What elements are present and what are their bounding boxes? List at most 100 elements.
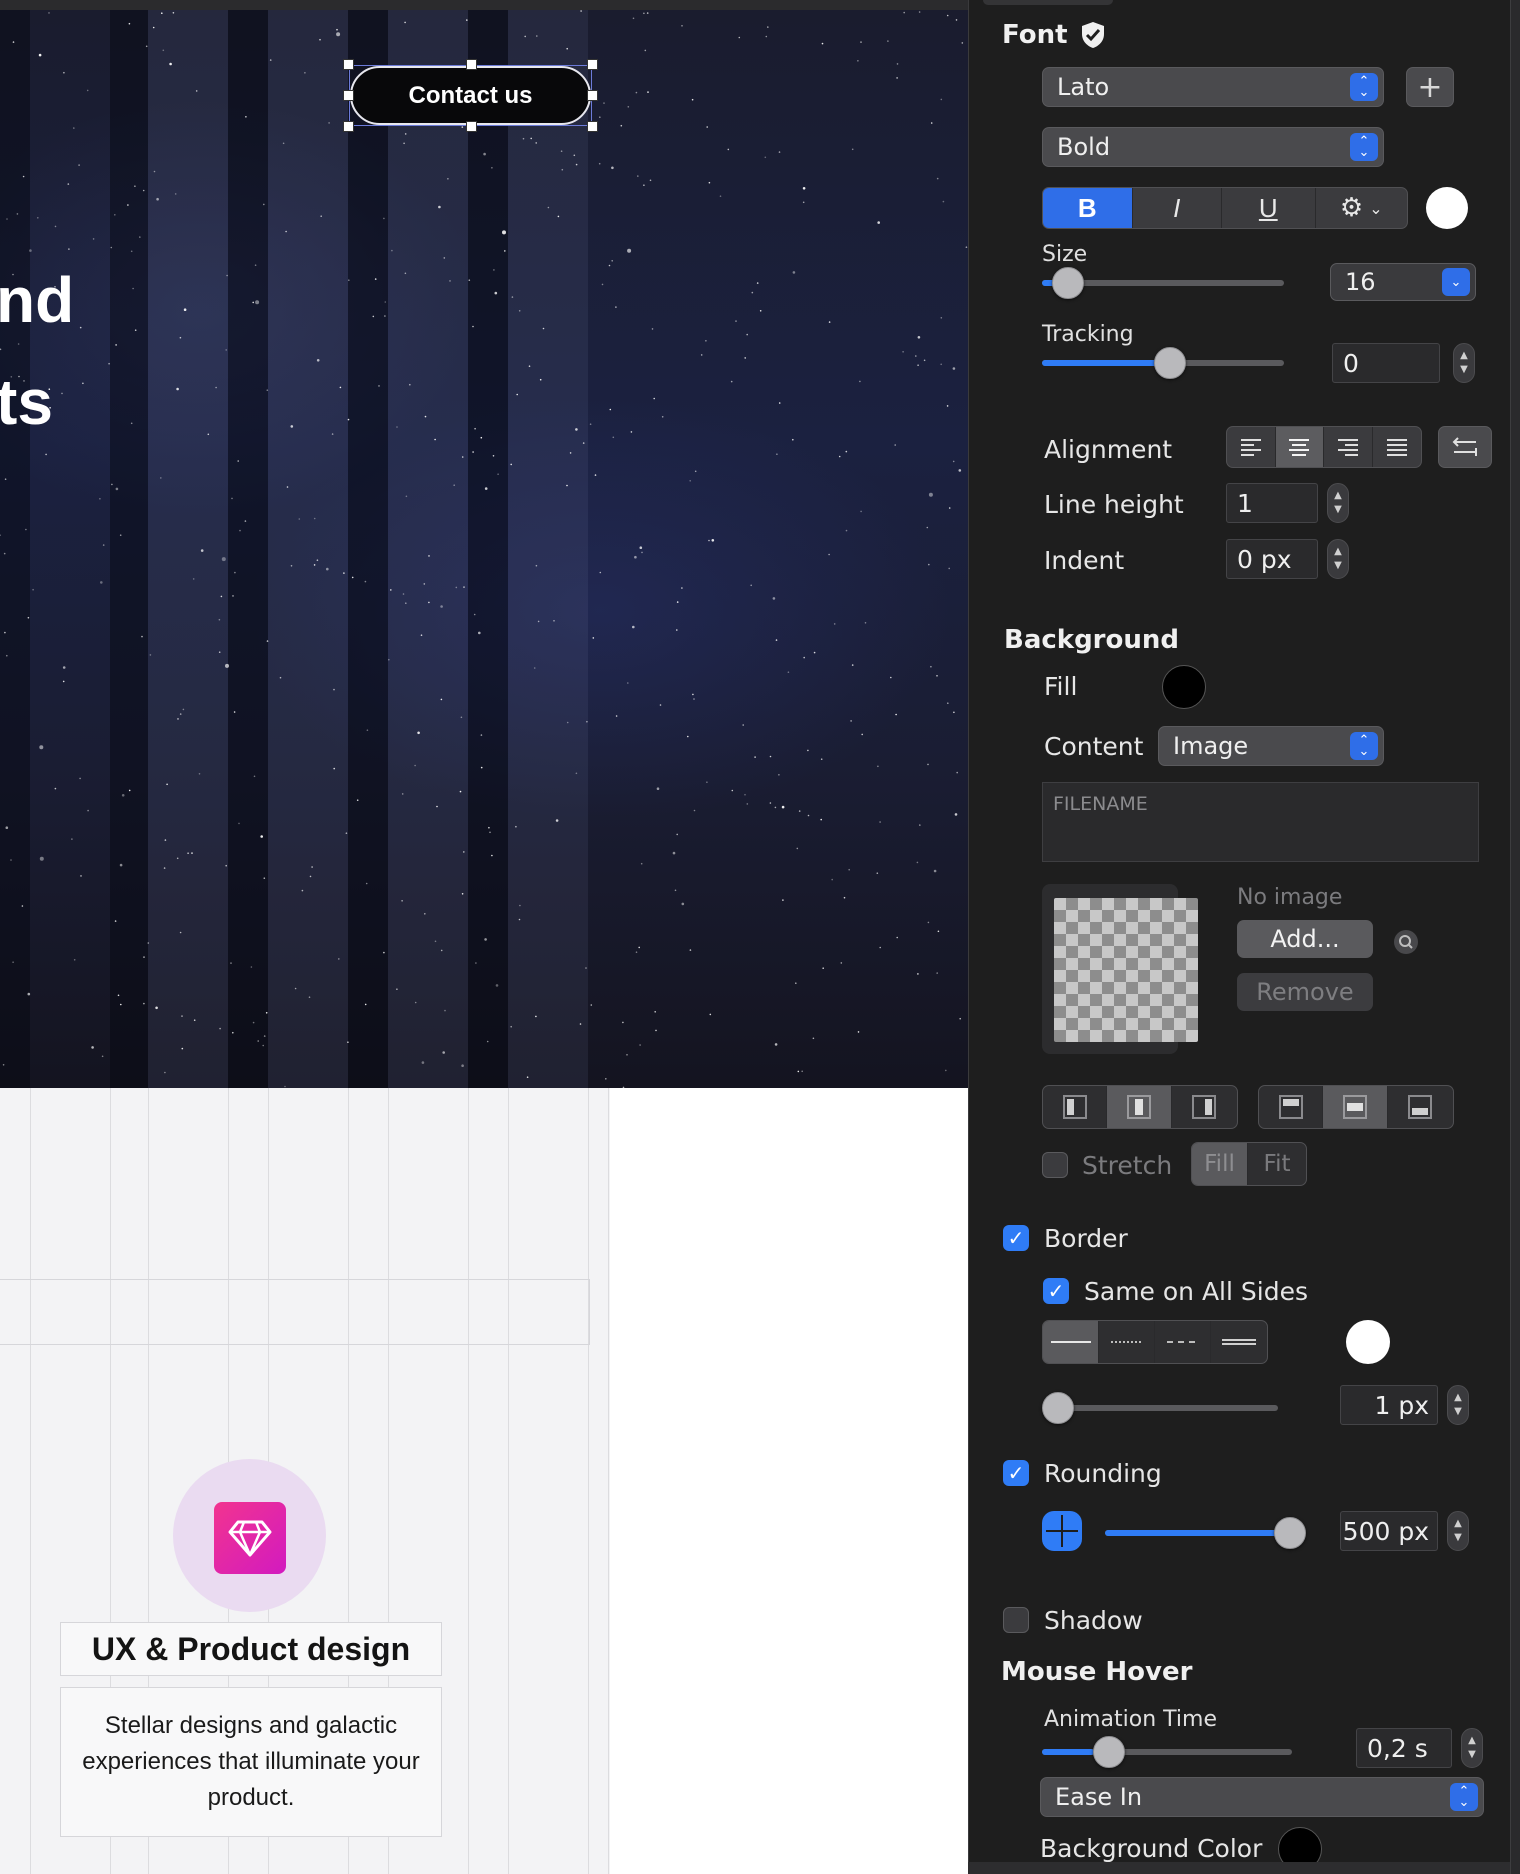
resize-handle[interactable] bbox=[343, 59, 354, 70]
bold-button[interactable]: B bbox=[1043, 188, 1133, 228]
text-style-segmented[interactable]: B I U ⚙ ⌄ bbox=[1042, 187, 1408, 229]
solid-line-icon[interactable] bbox=[1043, 1321, 1099, 1363]
tracking-input[interactable]: 0 bbox=[1332, 343, 1440, 383]
align-right-icon[interactable] bbox=[1324, 427, 1373, 467]
line-height-stepper[interactable]: ▲ ▼ bbox=[1327, 483, 1349, 523]
diamond-icon[interactable] bbox=[214, 1502, 286, 1574]
align-top-position-icon[interactable] bbox=[1259, 1086, 1324, 1128]
double-line-icon[interactable] bbox=[1211, 1321, 1267, 1363]
dashed-line-icon[interactable] bbox=[1155, 1321, 1211, 1363]
selected-element-frame[interactable]: Contact us bbox=[343, 59, 598, 132]
window-edge bbox=[1510, 0, 1520, 1874]
align-left-icon[interactable] bbox=[1227, 427, 1276, 467]
filename-placeholder: FILENAME bbox=[1053, 793, 1148, 815]
italic-button[interactable]: I bbox=[1133, 188, 1223, 228]
alignment-segmented[interactable] bbox=[1226, 426, 1422, 468]
font-weight-select[interactable]: Bold ⌃ ⌄ bbox=[1042, 127, 1384, 167]
resize-handle[interactable] bbox=[587, 59, 598, 70]
font-family-select[interactable]: Lato ⌃ ⌄ bbox=[1042, 67, 1384, 107]
card-title: UX & Product design bbox=[91, 1630, 411, 1667]
align-middle-position-icon[interactable] bbox=[1323, 1086, 1388, 1128]
vertical-position-segmented[interactable] bbox=[1258, 1085, 1454, 1129]
resize-handle[interactable] bbox=[466, 121, 477, 132]
filename-field[interactable]: FILENAME bbox=[1042, 782, 1479, 862]
hero-heading-fragment: nd bbox=[0, 264, 75, 336]
magnifier-icon[interactable] bbox=[1394, 930, 1418, 954]
animation-time-stepper[interactable]: ▲ ▼ bbox=[1461, 1728, 1483, 1768]
hero-heading-fragment: ts bbox=[0, 366, 53, 438]
easing-select[interactable]: Ease In ⌃ ⌄ bbox=[1040, 1777, 1484, 1817]
same-all-sides-label: Same on All Sides bbox=[1084, 1277, 1308, 1306]
shadow-checkbox[interactable] bbox=[1003, 1607, 1029, 1633]
add-image-button[interactable]: Add... bbox=[1237, 920, 1373, 958]
fill-option[interactable]: Fill bbox=[1192, 1143, 1248, 1185]
size-combo[interactable]: 16 ⌄ bbox=[1330, 263, 1476, 301]
line-height-label: Line height bbox=[1044, 490, 1184, 519]
fill-fit-segmented[interactable]: Fill Fit bbox=[1191, 1142, 1307, 1186]
card-description-box[interactable]: Stellar designs and galactic experiences… bbox=[60, 1687, 442, 1837]
animation-time-slider-knob[interactable] bbox=[1093, 1736, 1125, 1768]
same-all-sides-checkbox[interactable]: ✓ bbox=[1043, 1278, 1069, 1304]
contact-us-button[interactable]: Contact us bbox=[350, 66, 591, 125]
resize-handle[interactable] bbox=[343, 121, 354, 132]
empty-text-box[interactable] bbox=[0, 1279, 590, 1345]
add-font-button[interactable]: + bbox=[1406, 67, 1454, 107]
tracking-slider-knob[interactable] bbox=[1154, 347, 1186, 379]
card-title-box[interactable]: UX & Product design bbox=[60, 1622, 442, 1676]
line-height-input[interactable]: 1 bbox=[1226, 483, 1318, 523]
chevron-down-icon: ⌄ bbox=[1369, 198, 1383, 218]
align-bottom-position-icon[interactable] bbox=[1388, 1086, 1453, 1128]
border-width-stepper[interactable]: ▲ ▼ bbox=[1447, 1385, 1469, 1425]
rounding-slider[interactable] bbox=[1105, 1530, 1283, 1536]
border-color-swatch[interactable] bbox=[1346, 1320, 1390, 1364]
align-center-icon[interactable] bbox=[1275, 427, 1324, 467]
fill-color-swatch[interactable] bbox=[1162, 665, 1206, 709]
size-slider-knob[interactable] bbox=[1052, 267, 1084, 299]
animation-time-label: Animation Time bbox=[1044, 1707, 1217, 1732]
resize-handle[interactable] bbox=[343, 90, 354, 101]
animation-time-input[interactable]: 0,2 s bbox=[1356, 1728, 1452, 1768]
resize-handle[interactable] bbox=[466, 59, 477, 70]
text-color-swatch[interactable] bbox=[1426, 187, 1468, 229]
size-label: Size bbox=[1042, 242, 1088, 267]
border-style-segmented[interactable] bbox=[1042, 1320, 1268, 1364]
no-image-label: No image bbox=[1237, 885, 1343, 910]
horizontal-position-segmented[interactable] bbox=[1042, 1085, 1238, 1129]
align-center-position-icon[interactable] bbox=[1107, 1086, 1172, 1128]
resize-handle[interactable] bbox=[587, 90, 598, 101]
image-well[interactable] bbox=[1042, 884, 1198, 1054]
content-select[interactable]: Image ⌃ ⌄ bbox=[1158, 726, 1384, 766]
border-checkbox[interactable]: ✓ bbox=[1003, 1225, 1029, 1251]
text-direction-button[interactable] bbox=[1438, 426, 1492, 468]
align-justify-icon[interactable] bbox=[1373, 427, 1422, 467]
animation-time-slider[interactable] bbox=[1042, 1749, 1292, 1755]
rounding-checkbox[interactable]: ✓ bbox=[1003, 1460, 1029, 1486]
remove-image-button[interactable]: Remove bbox=[1237, 973, 1373, 1011]
border-width-slider-knob[interactable] bbox=[1042, 1392, 1074, 1424]
rounding-stepper[interactable]: ▲ ▼ bbox=[1447, 1511, 1469, 1551]
border-width-slider[interactable] bbox=[1042, 1405, 1278, 1411]
hero-section[interactable]: nd ts Contact us bbox=[0, 10, 968, 1088]
corner-radius-mode-icon[interactable] bbox=[1042, 1511, 1082, 1551]
rounding-input[interactable]: 500 px bbox=[1340, 1511, 1438, 1551]
indent-stepper[interactable]: ▲ ▼ bbox=[1327, 539, 1349, 579]
align-left-position-icon[interactable] bbox=[1043, 1086, 1108, 1128]
text-options-gear-button[interactable]: ⚙ ⌄ bbox=[1316, 188, 1407, 228]
dotted-line-icon[interactable] bbox=[1099, 1321, 1155, 1363]
border-label: Border bbox=[1044, 1224, 1128, 1253]
fill-label: Fill bbox=[1044, 672, 1078, 701]
rounding-slider-knob[interactable] bbox=[1274, 1517, 1306, 1549]
design-canvas[interactable]: nd ts Contact us UX & Product design Ste… bbox=[0, 0, 968, 1874]
chevron-down-icon: ⌄ bbox=[1442, 268, 1470, 296]
align-right-position-icon[interactable] bbox=[1172, 1086, 1237, 1128]
resize-handle[interactable] bbox=[587, 121, 598, 132]
panel-tab[interactable] bbox=[983, 0, 1113, 5]
text-direction-icon bbox=[1452, 437, 1477, 456]
underline-button[interactable]: U bbox=[1222, 188, 1316, 228]
stretch-checkbox[interactable] bbox=[1042, 1152, 1068, 1178]
border-width-input[interactable]: 1 px bbox=[1340, 1385, 1438, 1425]
tracking-stepper[interactable]: ▲ ▼ bbox=[1453, 343, 1475, 383]
services-section[interactable]: UX & Product design Stellar designs and … bbox=[0, 1088, 968, 1874]
fit-option[interactable]: Fit bbox=[1248, 1143, 1306, 1185]
indent-input[interactable]: 0 px bbox=[1226, 539, 1318, 579]
